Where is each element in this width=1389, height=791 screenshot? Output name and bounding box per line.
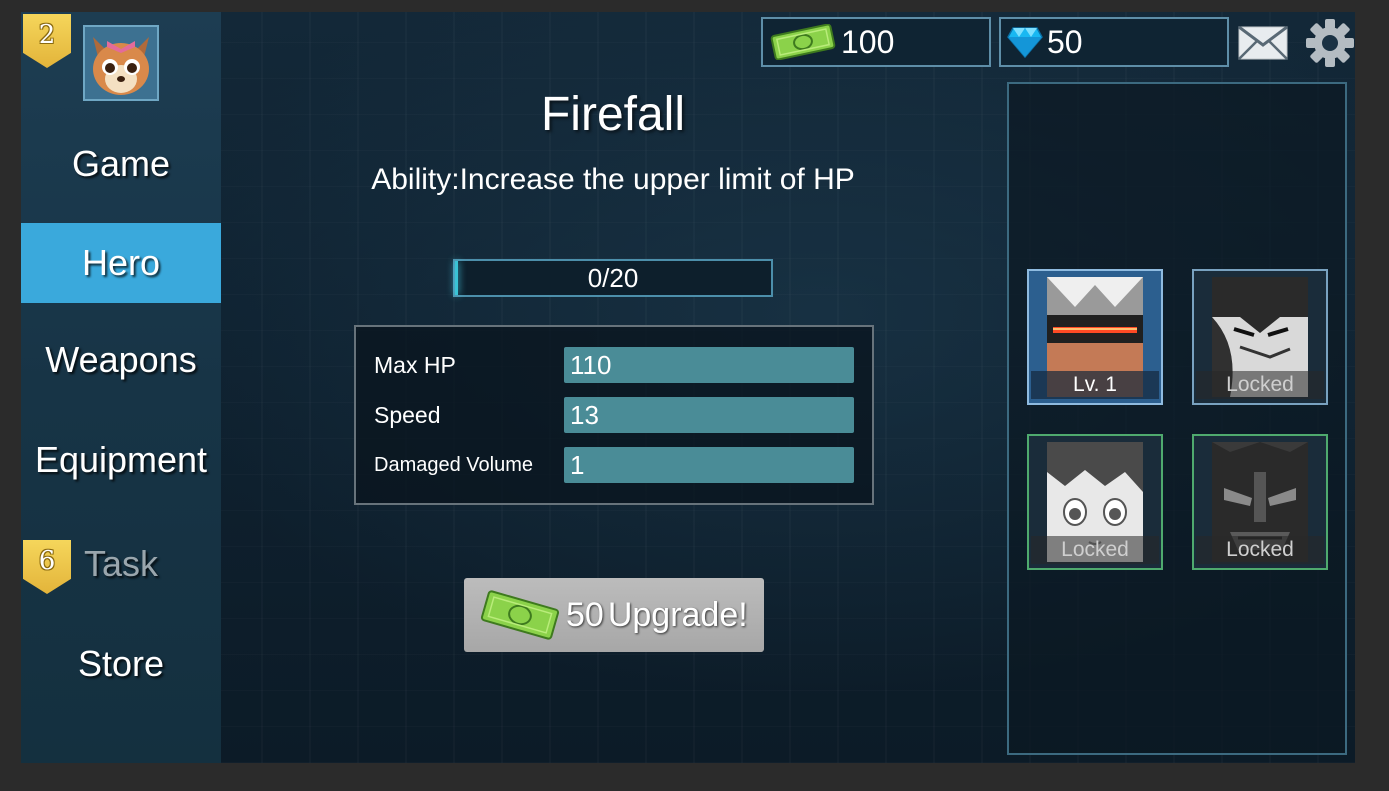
nav-task-label: Task [83, 543, 159, 584]
nav-hero-label: Hero [81, 242, 161, 283]
dog-avatar-icon[interactable] [83, 25, 159, 101]
hero-card-locked-2[interactable]: Locked [1027, 434, 1163, 570]
exp-progress-text: 0/20 [587, 262, 639, 293]
nav-weapons-label: Weapons [45, 339, 197, 380]
hero-card-caption: Locked [1196, 536, 1324, 564]
nav-equipment[interactable]: Equipment [21, 420, 221, 500]
mail-icon[interactable] [1238, 26, 1288, 60]
hero-card-locked-1[interactable]: Locked [1192, 269, 1328, 405]
upgrade-button[interactable]: 50 Upgrade! [464, 578, 764, 652]
stat-label: Speed [374, 401, 441, 428]
stat-row-damaged-volume: Damaged Volume 1 [356, 445, 872, 485]
gem-counter: 50 [999, 17, 1229, 67]
nav-game[interactable]: Game [21, 124, 221, 204]
exp-progress-bar: 0/20 [453, 259, 773, 297]
nav-store-label: Store [77, 643, 165, 684]
cash-amount: 100 [841, 23, 895, 60]
gear-icon[interactable] [1305, 18, 1355, 68]
hero-card-locked-3[interactable]: Locked [1192, 434, 1328, 570]
stat-value: 13 [564, 397, 854, 433]
upgrade-cost: 50 [566, 595, 604, 634]
stat-row-max-hp: Max HP 110 [356, 345, 872, 385]
hero-card-caption: Lv. 1 [1031, 371, 1159, 399]
stat-label: Damaged Volume [374, 453, 533, 476]
upgrade-label: Upgrade! [607, 595, 748, 634]
hero-ability: Ability:Increase the upper limit of HP [371, 163, 855, 196]
stat-row-speed: Speed 13 [356, 395, 872, 435]
cash-counter: 100 [761, 17, 991, 67]
player-level-badge: 2 [23, 14, 71, 68]
stats-panel: Max HP 110 Speed 13 Damaged Volume 1 [354, 325, 874, 505]
nav-store[interactable]: Store [21, 624, 221, 704]
cash-icon [770, 24, 836, 60]
hero-card-caption: Locked [1031, 536, 1159, 564]
gem-amount: 50 [1047, 23, 1083, 60]
nav-equipment-label: Equipment [34, 439, 208, 480]
hero-roster-panel: Lv. 1 Locked Locked Locked [1007, 82, 1347, 755]
nav-game-label: Game [71, 143, 171, 184]
hero-card-firefall[interactable]: Lv. 1 [1027, 269, 1163, 405]
game-screen: 2 Game Hero Weapons Equipment Task 6 Sto… [21, 12, 1355, 763]
hero-card-caption: Locked [1196, 371, 1324, 399]
sidebar: 2 Game Hero Weapons Equipment Task 6 Sto… [21, 12, 221, 763]
hero-name: Firefall [540, 88, 686, 141]
nav-hero[interactable]: Hero [21, 223, 221, 303]
nav-weapons[interactable]: Weapons [21, 320, 221, 400]
stat-value: 110 [564, 347, 854, 383]
diamond-icon [1007, 27, 1043, 58]
stat-value: 1 [564, 447, 854, 483]
cash-icon [480, 590, 560, 640]
stat-label: Max HP [374, 351, 456, 378]
